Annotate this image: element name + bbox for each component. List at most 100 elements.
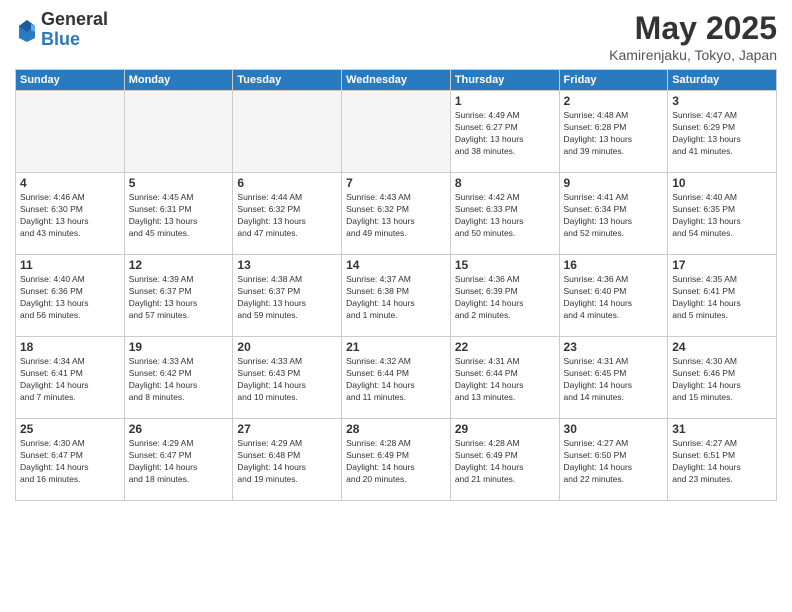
day-info: Sunrise: 4:28 AM Sunset: 6:49 PM Dayligh…	[455, 438, 555, 486]
calendar-cell: 21Sunrise: 4:32 AM Sunset: 6:44 PM Dayli…	[342, 337, 451, 419]
day-info: Sunrise: 4:41 AM Sunset: 6:34 PM Dayligh…	[564, 192, 664, 240]
day-info: Sunrise: 4:30 AM Sunset: 6:47 PM Dayligh…	[20, 438, 120, 486]
day-number: 9	[564, 176, 664, 190]
week-row-4: 18 Sunrise: 4:34 AM Sunset: 6:41 PM Dayli…	[16, 337, 777, 419]
calendar-cell: 9 Sunrise: 4:41 AM Sunset: 6:34 PM Daylig…	[559, 173, 668, 255]
header-sunday: Sunday	[16, 70, 125, 91]
day-info: Sunrise: 4:30 AM Sunset: 6:46 PM Dayligh…	[672, 356, 772, 404]
day-number: 11	[20, 258, 120, 272]
day-info: Sunrise: 4:39 AM Sunset: 6:37 PM Dayligh…	[129, 274, 229, 322]
day-number: 1	[455, 94, 555, 108]
logo-blue: Blue	[41, 30, 108, 50]
day-number: 12	[129, 258, 229, 272]
day-number: 3	[672, 94, 772, 108]
calendar-cell: 20 Sunrise: 4:33 AM Sunset: 6:43 PM Dayli…	[233, 337, 342, 419]
day-info: Sunrise: 4:33 AM Sunset: 6:43 PM Dayligh…	[237, 356, 337, 404]
day-number: 18	[20, 340, 120, 354]
week-row-1: 1 Sunrise: 4:49 AM Sunset: 6:27 PM Daylig…	[16, 91, 777, 173]
calendar-cell: 25 Sunrise: 4:30 AM Sunset: 6:47 PM Dayli…	[16, 419, 125, 501]
calendar-cell: 5 Sunrise: 4:45 AM Sunset: 6:31 PM Daylig…	[124, 173, 233, 255]
calendar-cell: 16 Sunrise: 4:36 AM Sunset: 6:40 PM Dayli…	[559, 255, 668, 337]
day-number: 31	[672, 422, 772, 436]
calendar-cell	[16, 91, 125, 173]
calendar-cell: 31 Sunrise: 4:27 AM Sunset: 6:51 PM Dayli…	[668, 419, 777, 501]
day-info: Sunrise: 4:47 AM Sunset: 6:29 PM Dayligh…	[672, 110, 772, 158]
calendar-cell: 18 Sunrise: 4:34 AM Sunset: 6:41 PM Dayli…	[16, 337, 125, 419]
day-info: Sunrise: 4:34 AM Sunset: 6:41 PM Dayligh…	[20, 356, 120, 404]
day-number: 23	[564, 340, 664, 354]
day-number: 13	[237, 258, 337, 272]
location: Kamirenjaku, Tokyo, Japan	[609, 47, 777, 63]
calendar-cell: 29 Sunrise: 4:28 AM Sunset: 6:49 PM Dayli…	[450, 419, 559, 501]
day-number: 25	[20, 422, 120, 436]
calendar-cell: 17Sunrise: 4:35 AM Sunset: 6:41 PM Dayli…	[668, 255, 777, 337]
day-info: Sunrise: 4:31 AM Sunset: 6:44 PM Dayligh…	[455, 356, 555, 404]
day-info: Sunrise: 4:40 AM Sunset: 6:36 PM Dayligh…	[20, 274, 120, 322]
calendar-cell: 7Sunrise: 4:43 AM Sunset: 6:32 PM Daylig…	[342, 173, 451, 255]
day-info: Sunrise: 4:36 AM Sunset: 6:40 PM Dayligh…	[564, 274, 664, 322]
calendar-cell: 11 Sunrise: 4:40 AM Sunset: 6:36 PM Dayli…	[16, 255, 125, 337]
header-friday: Friday	[559, 70, 668, 91]
calendar-cell	[233, 91, 342, 173]
day-number: 10	[672, 176, 772, 190]
calendar-cell	[124, 91, 233, 173]
day-number: 24	[672, 340, 772, 354]
day-info: Sunrise: 4:49 AM Sunset: 6:27 PM Dayligh…	[455, 110, 555, 158]
week-row-2: 4 Sunrise: 4:46 AM Sunset: 6:30 PM Daylig…	[16, 173, 777, 255]
calendar-cell: 13 Sunrise: 4:38 AM Sunset: 6:37 PM Dayli…	[233, 255, 342, 337]
logo-icon	[17, 18, 37, 42]
header-tuesday: Tuesday	[233, 70, 342, 91]
day-info: Sunrise: 4:29 AM Sunset: 6:48 PM Dayligh…	[237, 438, 337, 486]
day-number: 22	[455, 340, 555, 354]
day-info: Sunrise: 4:32 AM Sunset: 6:44 PM Dayligh…	[346, 356, 446, 404]
calendar-cell: 23 Sunrise: 4:31 AM Sunset: 6:45 PM Dayli…	[559, 337, 668, 419]
day-info: Sunrise: 4:38 AM Sunset: 6:37 PM Dayligh…	[237, 274, 337, 322]
calendar-cell: 24 Sunrise: 4:30 AM Sunset: 6:46 PM Dayli…	[668, 337, 777, 419]
day-info: Sunrise: 4:45 AM Sunset: 6:31 PM Dayligh…	[129, 192, 229, 240]
day-info: Sunrise: 4:44 AM Sunset: 6:32 PM Dayligh…	[237, 192, 337, 240]
day-number: 19	[129, 340, 229, 354]
day-info: Sunrise: 4:27 AM Sunset: 6:51 PM Dayligh…	[672, 438, 772, 486]
day-number: 2	[564, 94, 664, 108]
day-number: 26	[129, 422, 229, 436]
day-number: 6	[237, 176, 337, 190]
calendar: Sunday Monday Tuesday Wednesday Thursday…	[15, 69, 777, 501]
day-number: 5	[129, 176, 229, 190]
day-info: Sunrise: 4:48 AM Sunset: 6:28 PM Dayligh…	[564, 110, 664, 158]
header-monday: Monday	[124, 70, 233, 91]
day-info: Sunrise: 4:36 AM Sunset: 6:39 PM Dayligh…	[455, 274, 555, 322]
logo-general: General	[41, 10, 108, 30]
calendar-cell: 19 Sunrise: 4:33 AM Sunset: 6:42 PM Dayli…	[124, 337, 233, 419]
calendar-cell: 8 Sunrise: 4:42 AM Sunset: 6:33 PM Daylig…	[450, 173, 559, 255]
day-number: 14	[346, 258, 446, 272]
day-info: Sunrise: 4:28 AM Sunset: 6:49 PM Dayligh…	[346, 438, 446, 486]
week-row-3: 11 Sunrise: 4:40 AM Sunset: 6:36 PM Dayli…	[16, 255, 777, 337]
calendar-cell	[342, 91, 451, 173]
calendar-cell: 2 Sunrise: 4:48 AM Sunset: 6:28 PM Daylig…	[559, 91, 668, 173]
calendar-cell: 12 Sunrise: 4:39 AM Sunset: 6:37 PM Dayli…	[124, 255, 233, 337]
day-info: Sunrise: 4:46 AM Sunset: 6:30 PM Dayligh…	[20, 192, 120, 240]
day-info: Sunrise: 4:33 AM Sunset: 6:42 PM Dayligh…	[129, 356, 229, 404]
header-thursday: Thursday	[450, 70, 559, 91]
calendar-cell: 15Sunrise: 4:36 AM Sunset: 6:39 PM Dayli…	[450, 255, 559, 337]
day-number: 27	[237, 422, 337, 436]
day-info: Sunrise: 4:27 AM Sunset: 6:50 PM Dayligh…	[564, 438, 664, 486]
calendar-cell: 28Sunrise: 4:28 AM Sunset: 6:49 PM Dayli…	[342, 419, 451, 501]
day-info: Sunrise: 4:37 AM Sunset: 6:38 PM Dayligh…	[346, 274, 446, 322]
day-number: 7	[346, 176, 446, 190]
logo: General Blue	[15, 10, 108, 50]
day-number: 4	[20, 176, 120, 190]
day-number: 20	[237, 340, 337, 354]
month-title: May 2025	[609, 10, 777, 47]
day-info: Sunrise: 4:35 AM Sunset: 6:41 PM Dayligh…	[672, 274, 772, 322]
day-info: Sunrise: 4:31 AM Sunset: 6:45 PM Dayligh…	[564, 356, 664, 404]
day-info: Sunrise: 4:42 AM Sunset: 6:33 PM Dayligh…	[455, 192, 555, 240]
day-number: 29	[455, 422, 555, 436]
calendar-cell: 30Sunrise: 4:27 AM Sunset: 6:50 PM Dayli…	[559, 419, 668, 501]
header: General Blue May 2025 Kamirenjaku, Tokyo…	[15, 10, 777, 63]
header-wednesday: Wednesday	[342, 70, 451, 91]
day-number: 8	[455, 176, 555, 190]
day-number: 16	[564, 258, 664, 272]
calendar-cell: 26Sunrise: 4:29 AM Sunset: 6:47 PM Dayli…	[124, 419, 233, 501]
calendar-cell: 27 Sunrise: 4:29 AM Sunset: 6:48 PM Dayli…	[233, 419, 342, 501]
